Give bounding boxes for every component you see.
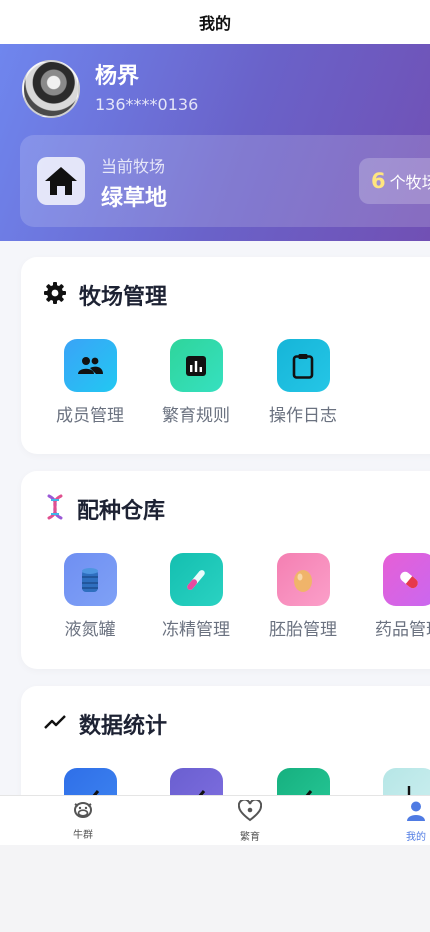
farm-management-header: 牧场管理 [43,279,167,311]
cow-icon [53,800,113,824]
home-icon [37,157,85,205]
member-management-label: 成员管理 [56,406,124,426]
tab-mine-label: 我的 [406,832,426,843]
page-title: 我的 [198,14,231,33]
liquid-nitrogen-tank-label: 液氮罐 [64,620,116,640]
medicine-management-label: 药品管理 [375,620,430,640]
clipboard-icon [276,339,330,392]
breeding-warehouse-header: 配种仓库 [43,493,165,525]
breeding-warehouse-card: 配种仓库 液氮罐 冻精管理 胚胎管理 药品管理 [21,471,430,669]
operation-log-label: 操作日志 [269,406,337,426]
user-name: 杨界 [95,64,140,89]
navigation-bar: 我的 [0,0,430,44]
avatar[interactable] [22,60,80,118]
chart-board-icon [169,339,223,392]
current-farm-card[interactable]: 当前牧场 绿草地 6 个牧场 [20,135,430,227]
user-phone: 136****0136 [95,95,199,114]
bottom-tab-bar: 牛群 繁育 我的 [0,795,430,845]
test-tube-icon [169,553,223,606]
operation-log-tile[interactable]: 操作日志 [253,339,353,426]
profile-header: 杨界 136****0136 当前牧场 绿草地 6 个牧场 [0,44,430,241]
gear-icon [43,281,67,309]
medicine-management-tile[interactable]: 药品管理 [359,553,430,640]
current-farm-name: 绿草地 [101,186,168,211]
person-icon [386,800,430,826]
farm-management-title: 牧场管理 [79,285,168,310]
farm-count-badge[interactable]: 6 个牧场 [359,158,430,204]
current-farm-label: 当前牧场 [101,157,166,176]
farm-count-unit: 个牧场 [389,173,430,192]
trend-line-icon [43,710,67,738]
tab-mine[interactable]: 我的 [386,800,430,843]
breeding-warehouse-title: 配种仓库 [77,499,166,524]
embryo-management-label: 胚胎管理 [269,620,337,640]
heart-icon [220,798,280,826]
farm-count-number: 6 [371,169,386,193]
people-icon [63,339,117,392]
tank-icon [63,553,117,606]
dna-icon [43,494,67,524]
pill-icon [382,553,430,606]
frozen-semen-tile[interactable]: 冻精管理 [146,553,246,640]
data-stats-header: 数据统计 [43,708,167,740]
tab-herd-label: 牛群 [73,830,93,841]
breeding-rules-label: 繁育规则 [162,406,230,426]
app-screen: 我的 杨界 136****0136 当前牧场 绿草地 6 个牧场 牧场管理 成员… [0,0,430,845]
member-management-tile[interactable]: 成员管理 [40,339,140,426]
tab-herd[interactable]: 牛群 [53,800,113,841]
data-stats-title: 数据统计 [79,714,168,739]
liquid-nitrogen-tank-tile[interactable]: 液氮罐 [40,553,140,640]
frozen-semen-label: 冻精管理 [162,620,230,640]
breeding-rules-tile[interactable]: 繁育规则 [146,339,246,426]
tab-breeding-label: 繁育 [240,832,260,843]
farm-management-card: 牧场管理 成员管理 繁育规则 操作日志 [21,257,430,454]
embryo-management-tile[interactable]: 胚胎管理 [253,553,353,640]
tab-breeding[interactable]: 繁育 [220,798,280,843]
egg-icon [276,553,330,606]
